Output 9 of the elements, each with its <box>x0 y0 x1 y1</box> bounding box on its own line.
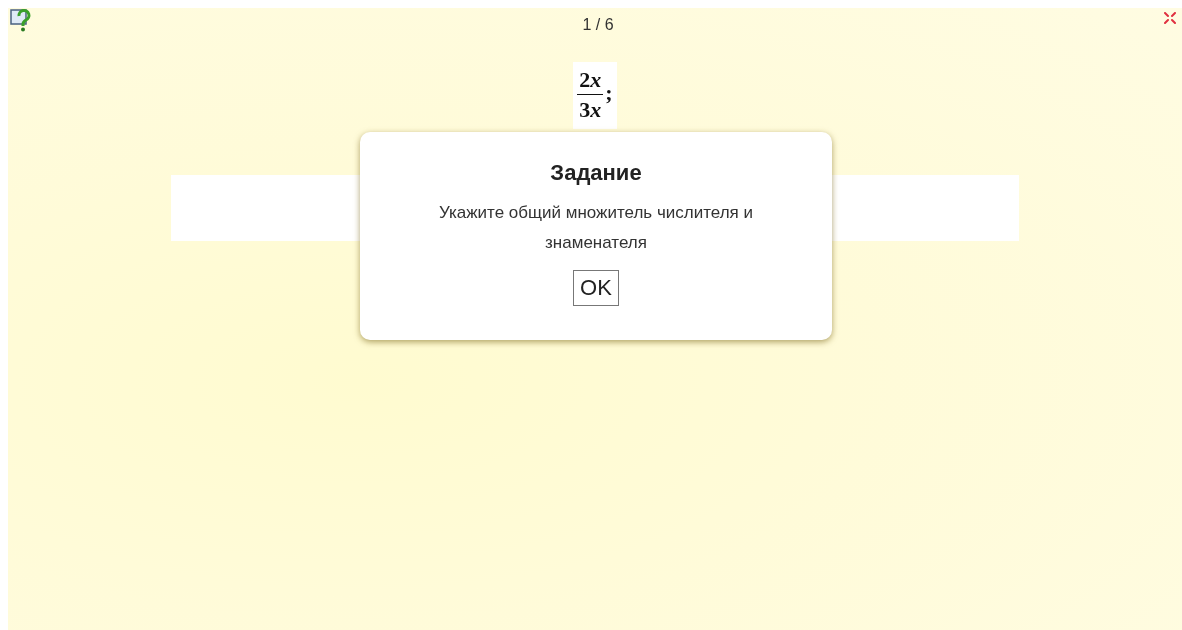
dialog-message: Укажите общий множитель числителя и знаменателя <box>437 202 755 254</box>
help-icon[interactable] <box>10 8 32 32</box>
dialog-title: Задание <box>550 160 642 186</box>
ok-button[interactable]: OK <box>573 270 619 306</box>
numerator: 2x <box>577 66 604 95</box>
page-counter: 1 / 6 <box>582 16 614 34</box>
separator: ; <box>605 80 613 106</box>
fullscreen-icon[interactable] <box>1164 12 1176 24</box>
denominator: 3x <box>578 96 603 124</box>
